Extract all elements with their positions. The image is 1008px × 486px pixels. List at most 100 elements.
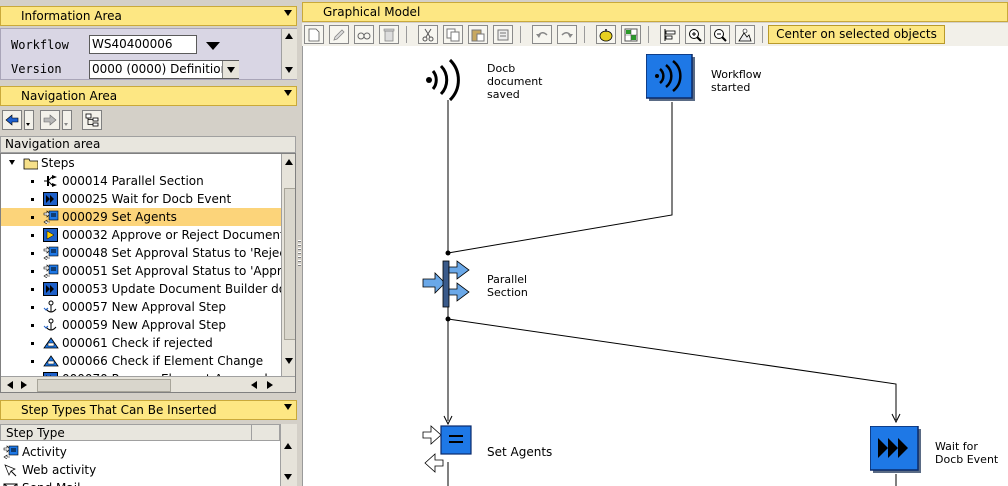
toolbar-separator xyxy=(648,26,649,43)
info-scrollbar[interactable] xyxy=(281,29,297,79)
tree-item-label: 000051 Set Approval Status to 'Approv xyxy=(62,264,281,278)
tree-root-steps[interactable]: Steps xyxy=(1,154,281,172)
step-type-item[interactable]: Activity xyxy=(0,444,278,462)
version-dropdown-button[interactable] xyxy=(222,61,239,78)
mountain-icon xyxy=(738,28,752,41)
tree-structure-button[interactable] xyxy=(82,110,102,130)
scroll-up-icon[interactable] xyxy=(285,33,293,39)
tree-item[interactable]: 000025 Wait for Docb Event xyxy=(1,190,281,208)
container-button[interactable] xyxy=(621,25,641,44)
workflow-field[interactable]: WS40400006 xyxy=(89,35,197,54)
scroll-left-icon[interactable] xyxy=(251,381,257,389)
hscroll-thumb[interactable] xyxy=(37,379,171,392)
graphical-model-bar[interactable]: Graphical Model xyxy=(302,2,1008,22)
information-panel: Workflow WS40400006 Version 0000 (0000) … xyxy=(0,28,297,80)
information-area-bar[interactable]: Information Area xyxy=(0,6,297,26)
center-on-selected-button[interactable]: Center on selected objects xyxy=(768,25,945,44)
new-document-icon xyxy=(308,28,320,41)
edit-button[interactable] xyxy=(329,25,349,44)
glasses-icon xyxy=(357,32,371,39)
scroll-thumb[interactable] xyxy=(284,188,295,340)
graphical-canvas[interactable]: Docb document saved Workflow started Par… xyxy=(302,46,1008,486)
zoom-in-button[interactable] xyxy=(685,25,705,44)
navigation-area-bar[interactable]: Navigation Area xyxy=(0,86,297,106)
wait-event-node-icon[interactable] xyxy=(870,426,924,476)
workflow-started-label: Workflow started xyxy=(711,68,762,94)
zoom-out-button[interactable] xyxy=(710,25,730,44)
tree-item-label: 000066 Check if Element Change xyxy=(62,354,264,368)
scroll-down-icon[interactable] xyxy=(285,358,293,364)
collapse-icon[interactable] xyxy=(284,90,292,96)
tree-horizontal-scrollbar[interactable] xyxy=(1,376,295,392)
undo-button[interactable] xyxy=(532,25,552,44)
back-button[interactable] xyxy=(2,110,22,130)
paste-button[interactable] xyxy=(468,25,488,44)
redo-button[interactable] xyxy=(557,25,577,44)
step-types-bar[interactable]: Step Types That Can Be Inserted xyxy=(0,400,297,420)
scroll-up-icon[interactable] xyxy=(285,159,293,165)
tree-item[interactable]: 000051 Set Approval Status to 'Approv xyxy=(1,262,281,280)
tree-item[interactable]: 000053 Update Document Builder docu xyxy=(1,280,281,298)
event-node-icon[interactable] xyxy=(425,58,471,102)
collapse-icon[interactable] xyxy=(284,10,292,16)
tree-bullet xyxy=(31,360,34,363)
step-type-list: Activity Web activity Send Mail xyxy=(0,441,280,486)
navigation-column-header: Navigation area xyxy=(0,136,296,153)
set-agents-label: Set Agents xyxy=(487,445,553,459)
toolbar-separator xyxy=(584,26,585,43)
scissors-icon xyxy=(422,28,434,41)
collapse-icon[interactable] xyxy=(284,404,292,410)
forward-button[interactable] xyxy=(40,110,60,130)
forward-menu-button[interactable] xyxy=(62,110,72,130)
delete-button[interactable] xyxy=(379,25,399,44)
trash-icon xyxy=(383,28,395,41)
scroll-left-icon[interactable] xyxy=(7,381,13,389)
toolbar-separator xyxy=(406,26,407,43)
copy-button[interactable] xyxy=(443,25,463,44)
tree-item-label: 000025 Wait for Docb Event xyxy=(62,192,232,206)
tree-item-label: 000061 Check if rejected xyxy=(62,336,213,350)
tree-vertical-scrollbar[interactable] xyxy=(281,154,295,376)
step-type-scrollbar[interactable] xyxy=(280,424,297,486)
scroll-right-icon[interactable] xyxy=(21,381,27,389)
parallel-section-label: Parallel Section xyxy=(487,273,528,299)
tree-item[interactable]: 000029 Set Agents xyxy=(1,208,281,226)
scroll-down-icon[interactable] xyxy=(285,67,293,73)
parallel-section-node-icon[interactable] xyxy=(421,257,473,311)
new-button[interactable] xyxy=(304,25,324,44)
tree-bullet xyxy=(31,324,34,327)
scroll-down-icon[interactable] xyxy=(284,474,292,480)
workflow-dropdown-icon[interactable] xyxy=(206,42,220,50)
tree-item[interactable]: 000032 Approve or Reject Document B xyxy=(1,226,281,244)
back-menu-button[interactable] xyxy=(24,110,34,130)
tree-item[interactable]: 000066 Check if Element Change xyxy=(1,352,281,370)
version-label: Version xyxy=(11,62,62,76)
scroll-right-icon[interactable] xyxy=(267,381,273,389)
workflow-started-node-icon[interactable] xyxy=(646,54,698,104)
tree-item[interactable]: 000061 Check if rejected xyxy=(1,334,281,352)
display-button[interactable] xyxy=(354,25,374,44)
insert-block-button[interactable] xyxy=(493,25,513,44)
overview-button[interactable] xyxy=(735,25,755,44)
pencil-icon xyxy=(333,28,345,41)
graphical-model-title: Graphical Model xyxy=(323,5,421,19)
tree-bullet xyxy=(31,198,34,201)
step-type-item[interactable]: Web activity xyxy=(0,462,278,480)
tree-item[interactable]: 000057 New Approval Step xyxy=(1,298,281,316)
tree-item-label: 000048 Set Approval Status to 'Rejecte xyxy=(62,246,281,260)
set-agents-node-icon[interactable] xyxy=(421,422,475,474)
align-button[interactable] xyxy=(660,25,680,44)
cut-button[interactable] xyxy=(418,25,438,44)
activity-icon xyxy=(43,264,59,279)
tree-item[interactable]: 000059 New Approval Step xyxy=(1,316,281,334)
splitter-grip[interactable] xyxy=(298,240,301,268)
scroll-up-icon[interactable] xyxy=(284,443,292,449)
tree-item[interactable]: 000048 Set Approval Status to 'Rejecte xyxy=(1,244,281,262)
tree-bullet xyxy=(31,342,34,345)
step-type-item[interactable]: Send Mail xyxy=(0,480,278,486)
version-select[interactable]: 0000 (0000) Definition xyxy=(89,60,239,79)
expand-icon[interactable] xyxy=(9,160,15,165)
wait-event-icon xyxy=(43,282,58,296)
tree-item[interactable]: 000014 Parallel Section xyxy=(1,172,281,190)
check-button[interactable] xyxy=(596,25,616,44)
